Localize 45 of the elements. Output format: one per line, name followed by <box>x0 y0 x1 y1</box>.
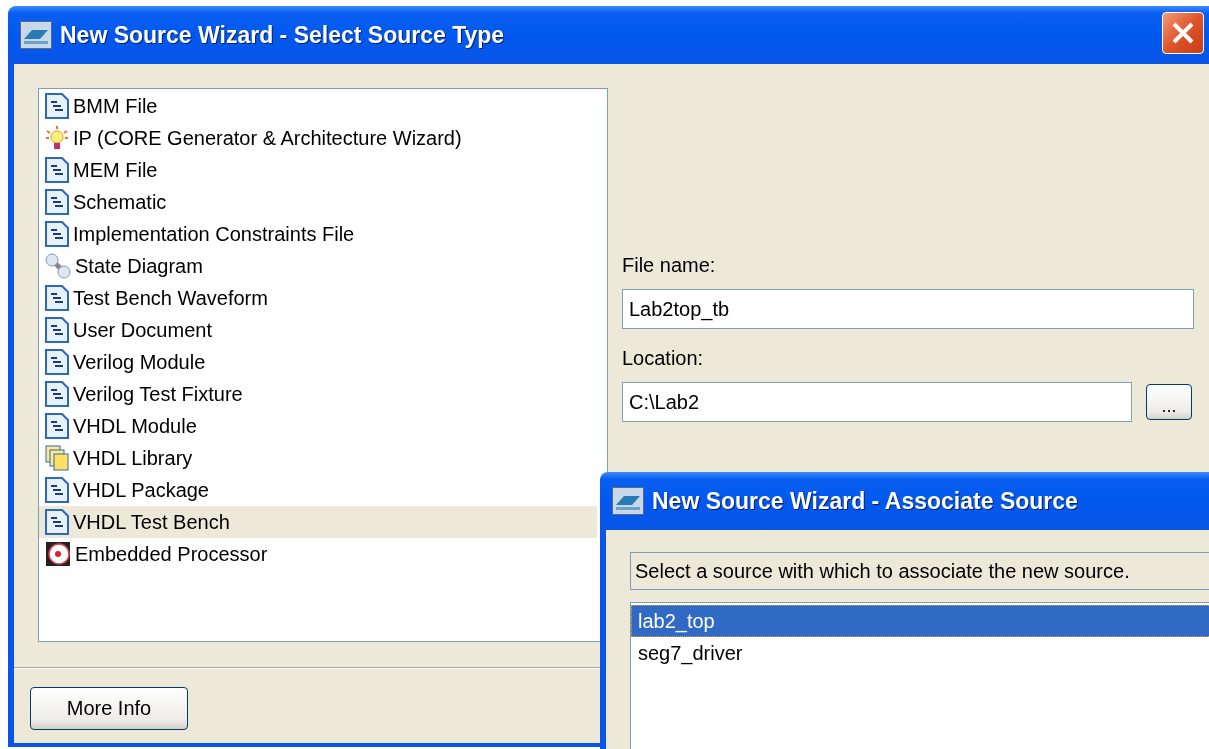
disc-icon <box>45 541 71 567</box>
document-icon <box>45 93 69 119</box>
window-title: New Source Wizard - Associate Source <box>652 487 1078 515</box>
document-icon <box>45 189 69 215</box>
source-type-item[interactable]: Test Bench Waveform <box>39 282 597 314</box>
source-type-item[interactable]: VHDL Package <box>39 474 597 506</box>
pages-icon <box>45 445 69 471</box>
source-type-item[interactable]: State Diagram <box>39 250 597 282</box>
document-icon <box>45 509 69 535</box>
source-type-item[interactable]: Verilog Module <box>39 346 597 378</box>
window-title: New Source Wizard - Select Source Type <box>60 21 505 49</box>
close-icon <box>1170 20 1196 46</box>
close-button[interactable] <box>1162 12 1204 54</box>
field-label: File name: <box>622 254 716 277</box>
source-item[interactable]: seg7_driver <box>631 637 1209 669</box>
source-type-item[interactable]: BMM File <box>39 90 597 122</box>
document-icon <box>45 477 69 503</box>
source-type-item[interactable]: VHDL Test Bench <box>39 506 597 538</box>
document-icon <box>45 413 69 439</box>
source-item[interactable]: lab2_top <box>631 605 1209 637</box>
more-info-button[interactable]: More Info <box>30 687 188 730</box>
instruction-text: Select a source with which to associate the new source. <box>630 552 1209 590</box>
input-field[interactable]: Lab2top_tb <box>622 289 1194 329</box>
source-type-item[interactable]: VHDL Library <box>39 442 597 474</box>
source-type-item[interactable]: Embedded Processor <box>39 538 597 570</box>
browse-button[interactable]: ... <box>1146 384 1192 420</box>
source-type-item[interactable]: Schematic <box>39 186 597 218</box>
document-icon <box>45 157 69 183</box>
document-icon <box>45 317 69 343</box>
source-type-item[interactable]: VHDL Module <box>39 410 597 442</box>
source-type-item[interactable]: Implementation Constraints File <box>39 218 597 250</box>
source-type-item[interactable]: IP (CORE Generator & Architecture Wizard) <box>39 122 597 154</box>
field-label: Location: <box>622 347 704 370</box>
app-icon <box>612 487 644 515</box>
document-icon <box>45 221 69 247</box>
lightbulb-icon <box>45 125 69 151</box>
circles-icon <box>45 253 71 279</box>
document-icon <box>45 349 69 375</box>
source-type-item[interactable]: MEM File <box>39 154 597 186</box>
document-icon <box>45 381 69 407</box>
app-icon <box>20 21 52 49</box>
source-type-item[interactable]: User Document <box>39 314 597 346</box>
document-icon <box>45 285 69 311</box>
input-field[interactable]: C:\Lab2 <box>622 382 1132 422</box>
source-type-item[interactable]: Verilog Test Fixture <box>39 378 597 410</box>
